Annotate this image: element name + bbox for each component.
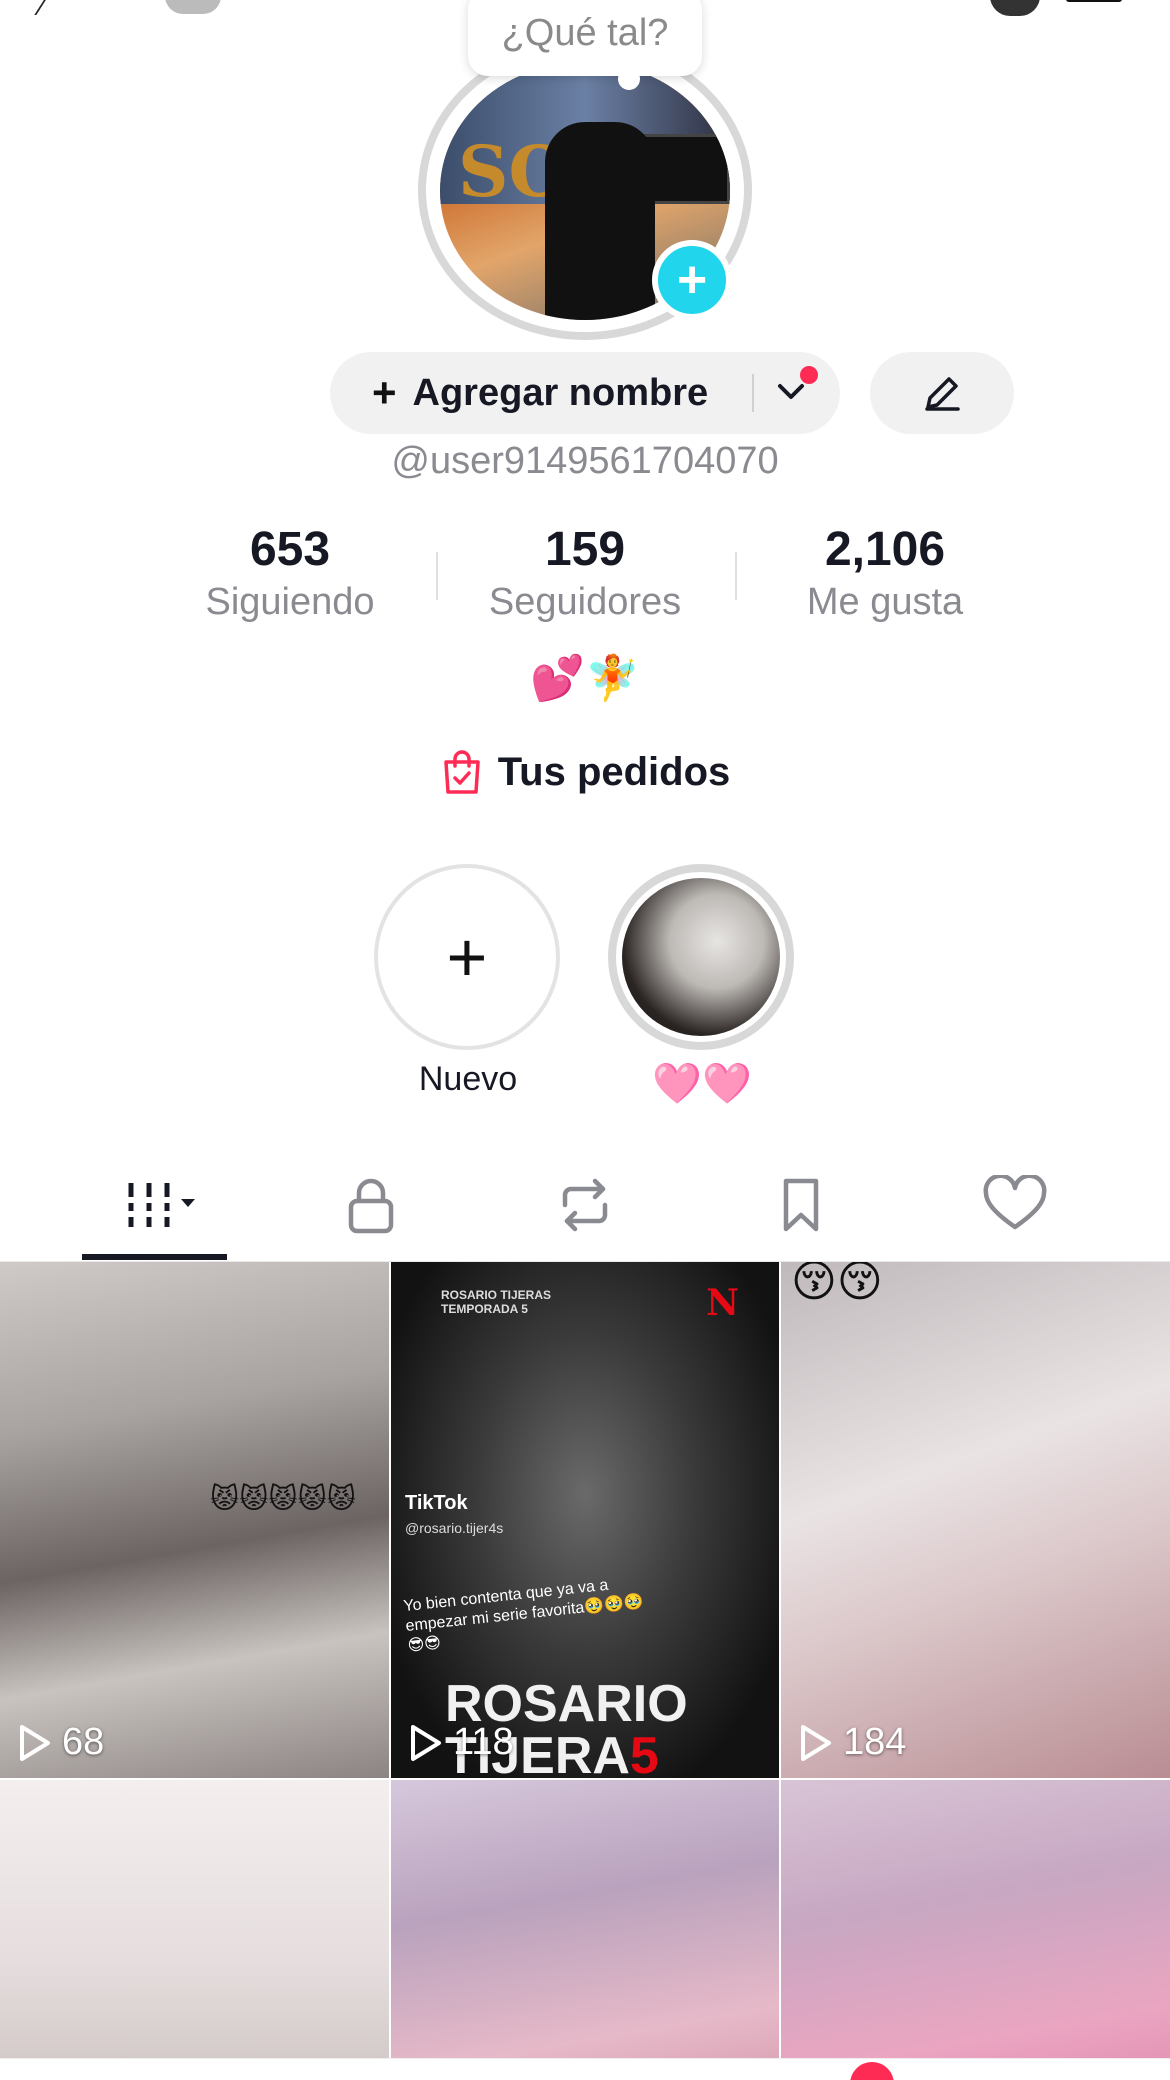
view-count: 68	[18, 1721, 104, 1764]
bottom-nav	[0, 2058, 1170, 2080]
menu-icon[interactable]	[1066, 0, 1122, 2]
stat-followers[interactable]: 159 Seguidores	[465, 522, 705, 624]
creator-avatar[interactable]	[990, 0, 1040, 16]
video-thumbnail[interactable]	[0, 1780, 389, 2080]
avatar-person	[545, 122, 655, 320]
video-thumbnail[interactable]	[781, 1780, 1170, 2080]
highlight-image	[622, 878, 780, 1036]
plus-icon: +	[446, 918, 488, 996]
heart-icon	[983, 1175, 1047, 1230]
bookmark-icon	[783, 1178, 819, 1232]
bio: 💕🧚	[530, 654, 640, 703]
followers-count: 159	[544, 523, 626, 576]
plus-icon: +	[372, 369, 397, 416]
tab-private[interactable]	[306, 1170, 436, 1240]
divider	[436, 552, 438, 600]
edit-profile-button[interactable]	[870, 352, 1014, 434]
switch-account-avatar[interactable]	[165, 0, 221, 14]
tiktok-watermark: TikTok	[405, 1492, 468, 1514]
add-highlight-circle: +	[374, 864, 560, 1050]
view-count-value: 118	[453, 1721, 514, 1763]
netflix-logo: N	[706, 1282, 739, 1324]
add-name-label: Agregar nombre	[412, 371, 709, 414]
profile-tabs	[0, 1150, 1170, 1262]
likes-label: Me gusta	[806, 581, 964, 623]
highlight-new[interactable]: + Nuevo	[374, 864, 562, 1099]
orders-label: Tus pedidos	[497, 749, 731, 794]
bubble-dot	[618, 68, 640, 90]
divider	[735, 552, 737, 600]
lock-icon	[348, 1178, 394, 1234]
highlight-story[interactable]: 🩷🩷	[608, 864, 796, 1107]
tab-favorites[interactable]	[736, 1170, 866, 1240]
play-icon	[411, 1724, 441, 1761]
grid-icon	[128, 1183, 195, 1227]
add-avatar-plus-icon[interactable]: +	[652, 240, 732, 320]
video-thumbnail[interactable]: 😚😚 184	[781, 1262, 1170, 1778]
add-name-button[interactable]: + Agregar nombre	[330, 352, 840, 434]
notification-dot	[800, 366, 818, 384]
view-count-value: 184	[843, 1721, 907, 1763]
likes-count: 2,106	[824, 523, 946, 576]
thumbnail-emoji: 😚😚	[791, 1262, 883, 1306]
repost-icon	[562, 1178, 608, 1232]
video-thumbnail[interactable]: 😾😾😾😾😾 68	[0, 1262, 389, 1778]
stat-likes[interactable]: 2,106 Me gusta	[765, 522, 1005, 624]
highlight-label: 🩷🩷	[652, 1062, 752, 1106]
tab-reposts[interactable]	[520, 1170, 650, 1240]
play-icon	[20, 1724, 50, 1761]
tab-liked[interactable]	[950, 1170, 1080, 1240]
tiktok-handle: @rosario.tijer4s	[405, 1520, 504, 1536]
highlight-thumbnail	[608, 864, 794, 1050]
thumbnail-title-digit: 5	[629, 1727, 659, 1778]
video-grid: 😾😾😾😾😾 68 ROSARIO TIJERAS TEMPORADA 5 N T…	[0, 1262, 1170, 2080]
highlight-label: Nuevo	[418, 1060, 518, 1098]
add-friend-icon[interactable]: ⁄	[40, 0, 45, 22]
video-thumbnail[interactable]	[391, 1780, 779, 2080]
shopping-bag-icon	[443, 750, 480, 794]
status-bubble[interactable]: ¿Qué tal?	[468, 0, 702, 90]
username: @user9149561704070	[391, 440, 779, 482]
following-label: Siguiendo	[205, 581, 375, 623]
profile-stats: 653 Siguiendo 159 Seguidores 2,106 Me gu…	[170, 522, 1000, 632]
view-count: 118	[409, 1721, 514, 1764]
followers-label: Seguidores	[488, 581, 682, 623]
following-count: 653	[249, 523, 331, 576]
divider	[752, 374, 754, 412]
thumbnail-emoji: 😾😾😾😾😾	[210, 1483, 356, 1514]
status-bubble-text: ¿Qué tal?	[501, 11, 669, 54]
tab-videos[interactable]	[94, 1170, 224, 1240]
pencil-icon	[925, 377, 960, 411]
orders-link[interactable]: Tus pedidos	[0, 748, 1170, 796]
view-count-value: 68	[62, 1721, 105, 1763]
video-thumbnail[interactable]: ROSARIO TIJERAS TEMPORADA 5 N TikTok @ro…	[391, 1262, 779, 1778]
play-icon	[801, 1724, 831, 1761]
thumbnail-caption: Yo bien contenta que ya va a empezar mi …	[402, 1576, 645, 1655]
view-count: 184	[799, 1721, 906, 1764]
active-tab-indicator	[82, 1254, 227, 1260]
stat-following[interactable]: 653 Siguiendo	[170, 522, 410, 624]
thumbnail-overlay-text: ROSARIO TIJERAS TEMPORADA 5	[441, 1288, 552, 1316]
